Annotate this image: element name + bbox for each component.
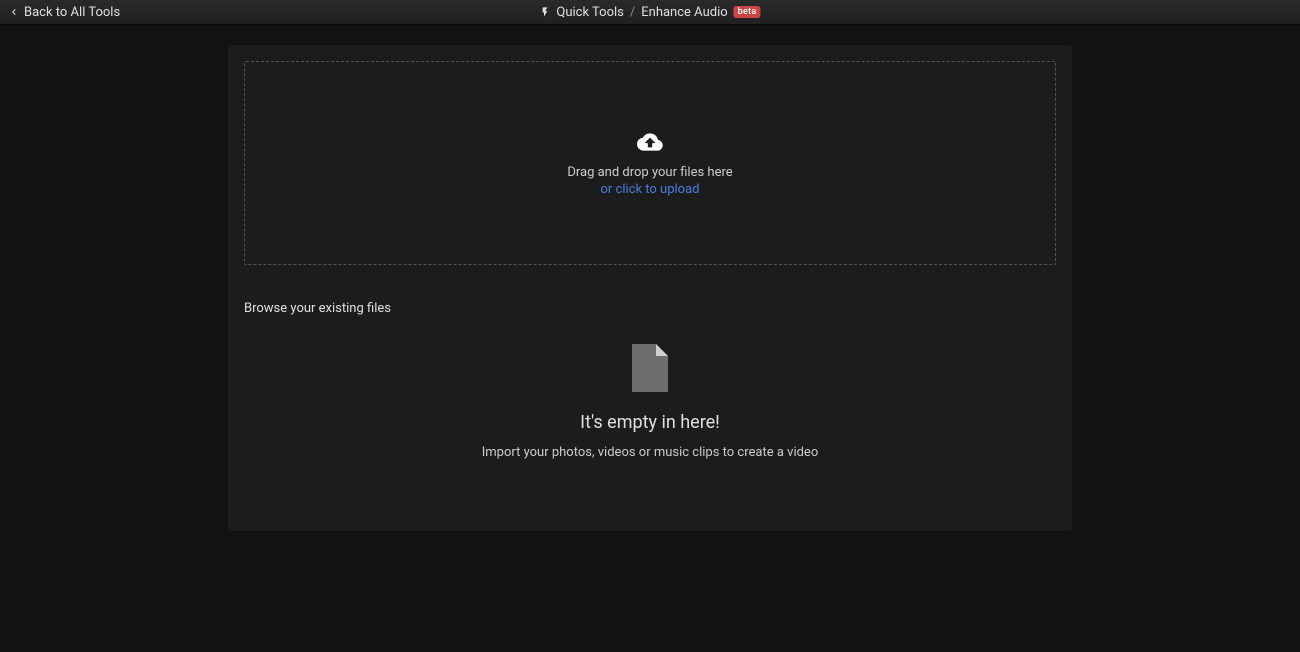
beta-badge: beta <box>734 6 761 18</box>
browse-heading: Browse your existing files <box>244 301 1056 316</box>
back-to-tools-link[interactable]: Back to All Tools <box>8 5 120 20</box>
upload-dropzone[interactable]: Drag and drop your files here or click t… <box>244 61 1056 265</box>
empty-state: It's empty in here! Import your photos, … <box>244 344 1056 460</box>
file-icon <box>632 344 668 392</box>
back-label: Back to All Tools <box>24 5 120 20</box>
topbar: Back to All Tools Quick Tools / Enhance … <box>0 0 1300 25</box>
dropzone-primary-text: Drag and drop your files here <box>567 165 732 180</box>
bolt-icon <box>539 5 550 19</box>
breadcrumb-separator: / <box>630 5 635 20</box>
main-panel: Drag and drop your files here or click t… <box>228 45 1072 531</box>
chevron-left-icon <box>8 6 20 18</box>
empty-subtitle: Import your photos, videos or music clip… <box>482 445 819 460</box>
breadcrumb-root[interactable]: Quick Tools <box>556 5 623 20</box>
breadcrumb-current: Enhance Audio <box>641 5 727 20</box>
dropzone-click-link[interactable]: or click to upload <box>601 182 700 197</box>
breadcrumb: Quick Tools / Enhance Audio beta <box>539 5 760 20</box>
cloud-upload-icon <box>634 129 666 155</box>
empty-title: It's empty in here! <box>580 412 720 433</box>
